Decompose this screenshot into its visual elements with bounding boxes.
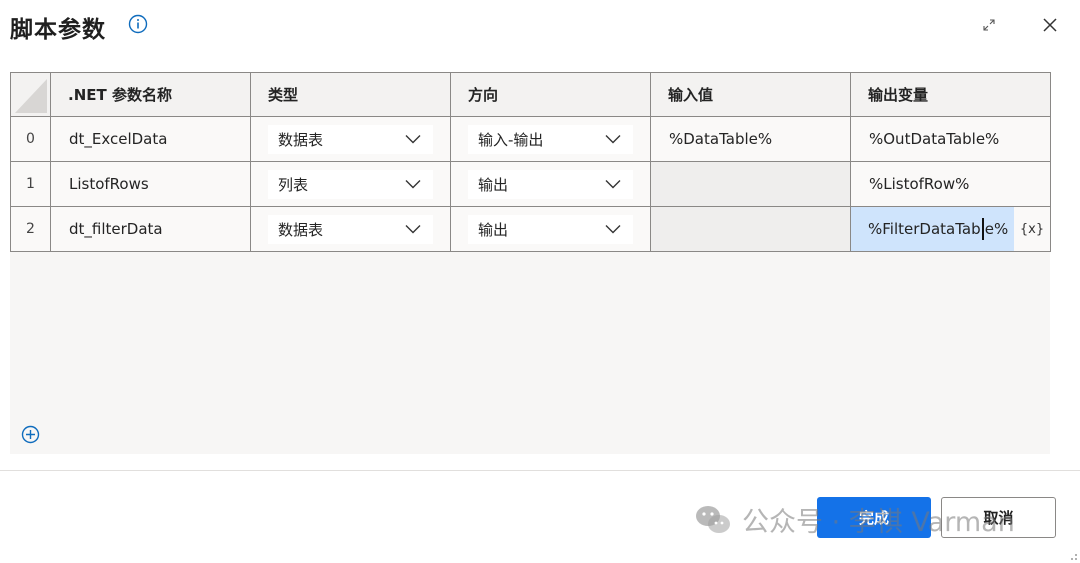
parameters-table: .NET 参数名称 类型 方向 输入值 输出变量 0 dt_ExcelData … <box>10 72 1051 252</box>
type-dropdown-value: 列表 <box>278 175 309 194</box>
direction-cell: 输出 <box>450 206 651 252</box>
parameter-name-cell[interactable]: dt_filterData <box>50 206 251 252</box>
type-cell: 数据表 <box>250 116 451 162</box>
table-header-row: .NET 参数名称 类型 方向 输入值 输出变量 <box>10 72 1051 117</box>
chevron-down-icon <box>605 225 621 234</box>
table-row[interactable]: 2 dt_filterData 数据表 输出 %FilterDataTable% <box>10 206 1051 252</box>
direction-cell: 输出 <box>450 161 651 207</box>
input-value-cell-disabled <box>650 161 851 207</box>
info-icon[interactable] <box>128 14 148 34</box>
resize-grip-icon[interactable] <box>1066 549 1078 561</box>
dialog-header: 脚本参数 <box>0 0 1080 56</box>
direction-dropdown[interactable]: 输出 <box>468 169 633 199</box>
direction-dropdown-value: 输入-输出 <box>478 130 544 149</box>
direction-dropdown[interactable]: 输出 <box>468 214 633 244</box>
add-icon[interactable] <box>21 425 40 444</box>
insert-variable-button[interactable]: {x} <box>1014 207 1050 251</box>
column-header-input-value: 输入值 <box>650 72 851 117</box>
table-row[interactable]: 0 dt_ExcelData 数据表 输入-输出 %DataTable% %Ou… <box>10 116 1051 162</box>
direction-dropdown-value: 输出 <box>478 175 509 194</box>
input-value-cell-disabled <box>650 206 851 252</box>
direction-cell: 输入-输出 <box>450 116 651 162</box>
output-variable-cell[interactable]: %ListofRow% <box>850 161 1051 207</box>
chevron-down-icon <box>405 225 421 234</box>
type-dropdown-value: 数据表 <box>278 130 324 149</box>
output-variable-cell[interactable]: %OutDataTable% <box>850 116 1051 162</box>
output-variable-cell-active[interactable]: %FilterDataTable% {x} <box>850 206 1051 252</box>
close-icon[interactable] <box>1040 15 1060 35</box>
direction-dropdown[interactable]: 输入-输出 <box>468 124 633 154</box>
column-header-name: .NET 参数名称 <box>50 72 251 117</box>
input-value-cell[interactable]: %DataTable% <box>650 116 851 162</box>
chevron-down-icon <box>605 135 621 144</box>
parameter-name-cell[interactable]: ListofRows <box>50 161 251 207</box>
parameter-name-cell[interactable]: dt_ExcelData <box>50 116 251 162</box>
chevron-down-icon <box>405 135 421 144</box>
type-dropdown[interactable]: 列表 <box>268 169 433 199</box>
chevron-down-icon <box>405 180 421 189</box>
output-variable-input-value: %FilterDataTable% <box>868 220 1009 238</box>
wechat-logo-icon <box>696 505 730 533</box>
expand-icon[interactable] <box>980 16 998 34</box>
direction-dropdown-value: 输出 <box>478 220 509 239</box>
type-dropdown[interactable]: 数据表 <box>268 124 433 154</box>
row-index: 0 <box>10 116 51 162</box>
type-cell: 列表 <box>250 161 451 207</box>
done-button[interactable]: 完成 <box>817 497 931 538</box>
dialog-title: 脚本参数 <box>10 17 106 43</box>
row-index: 2 <box>10 206 51 252</box>
text-caret <box>982 218 984 240</box>
column-header-output-variable: 输出变量 <box>850 72 1051 117</box>
column-header-direction: 方向 <box>450 72 651 117</box>
footer-divider <box>0 470 1080 471</box>
output-variable-input[interactable]: %FilterDataTable% <box>851 207 1014 251</box>
cancel-button[interactable]: 取消 <box>941 497 1056 538</box>
column-header-type: 类型 <box>250 72 451 117</box>
type-dropdown-value: 数据表 <box>278 220 324 239</box>
table-row[interactable]: 1 ListofRows 列表 输出 %ListofRow% <box>10 161 1051 207</box>
output-variable-editor: %FilterDataTable% {x} <box>851 207 1050 251</box>
type-cell: 数据表 <box>250 206 451 252</box>
chevron-down-icon <box>605 180 621 189</box>
select-all-corner[interactable] <box>10 72 51 117</box>
row-index: 1 <box>10 161 51 207</box>
type-dropdown[interactable]: 数据表 <box>268 214 433 244</box>
